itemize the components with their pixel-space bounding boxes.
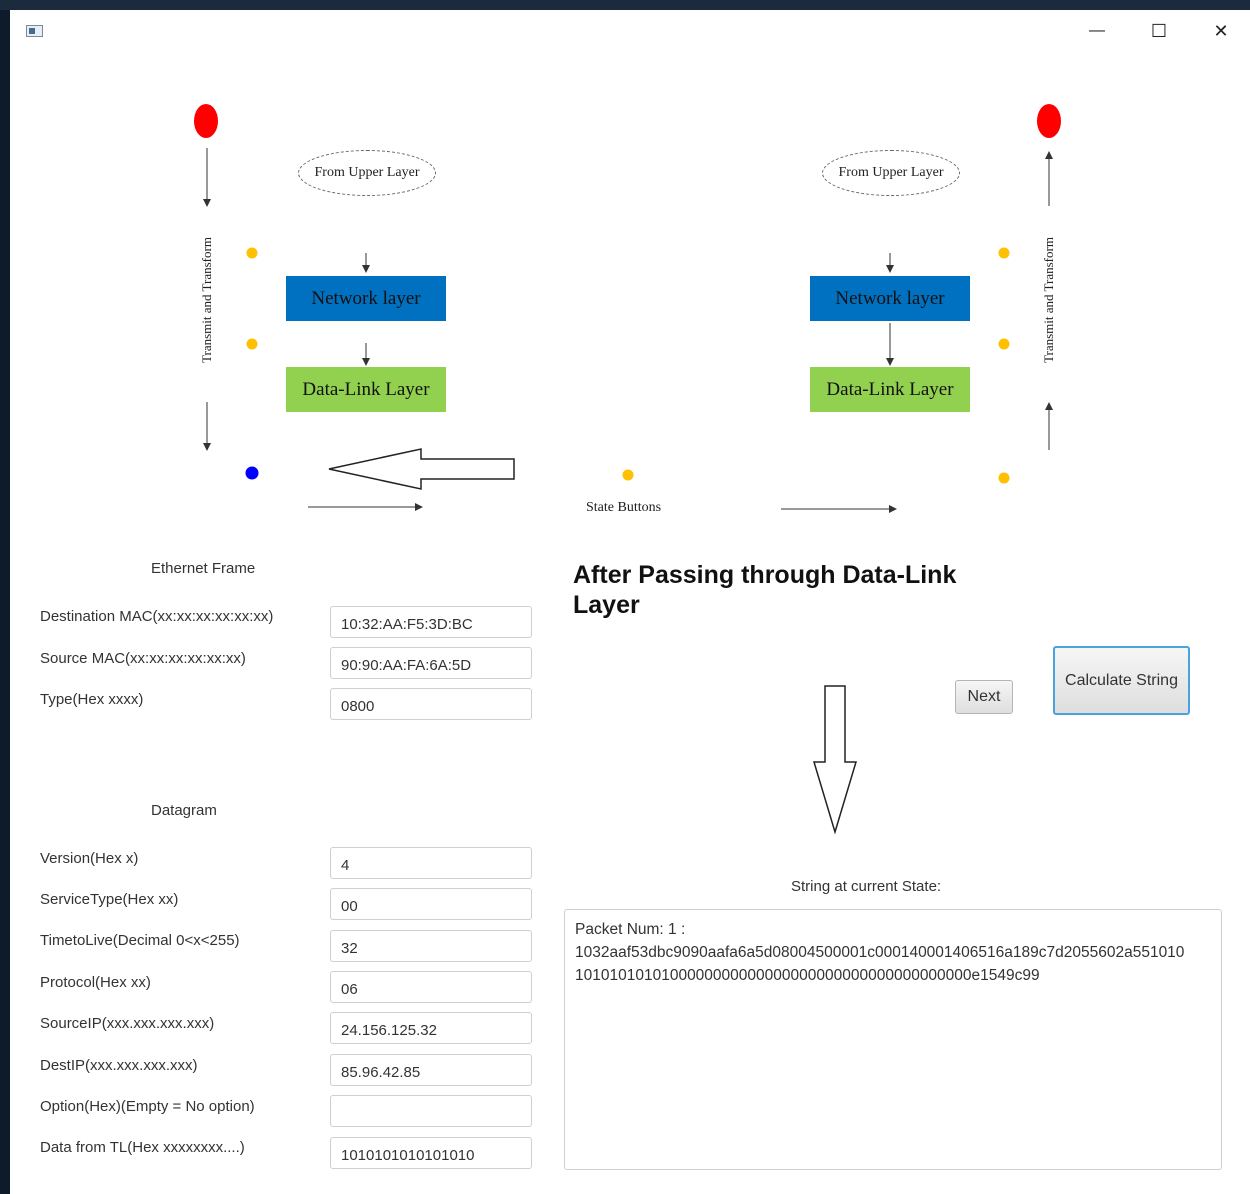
app-window: — ☐ ✕ From Upper Layer Network layer Dat… — [10, 10, 1250, 1194]
option-input[interactable] — [330, 1095, 532, 1127]
option-label: Option(Hex)(Empty = No option) — [40, 1098, 255, 1115]
version-input[interactable] — [330, 847, 532, 879]
dest-ip-label: DestIP(xxx.xxx.xxx.xxx) — [40, 1057, 198, 1074]
right-end-dot — [1037, 104, 1061, 138]
source-ip-input[interactable] — [330, 1012, 532, 1044]
type-label: Type(Hex xxxx) — [40, 691, 144, 708]
ethernet-frame-title: Ethernet Frame — [151, 560, 256, 577]
left-datalink-layer-box: Data-Link Layer — [286, 367, 446, 412]
next-button[interactable]: Next — [955, 680, 1013, 714]
left-network-layer-box: Network layer — [286, 276, 446, 321]
right-network-layer-box: Network layer — [810, 276, 970, 321]
right-datalink-layer-box: Data-Link Layer — [810, 367, 970, 412]
desktop-strip — [0, 0, 1250, 10]
state-dot — [998, 472, 1010, 484]
left-upper-layer-label: From Upper Layer — [298, 150, 436, 196]
source-mac-label: Source MAC(xx:xx:xx:xx:xx:xx) — [40, 650, 246, 667]
state-dot — [998, 338, 1010, 350]
service-type-input[interactable] — [330, 888, 532, 920]
right-upper-layer-label: From Upper Layer — [822, 150, 960, 196]
source-mac-input[interactable] — [330, 647, 532, 679]
data-input[interactable] — [330, 1137, 532, 1169]
version-label: Version(Hex x) — [40, 850, 139, 867]
output-line: Packet Num: 1 : — [575, 921, 686, 938]
big-left-arrow — [328, 448, 515, 490]
right-transmit-label: Transmit and Transform — [1041, 237, 1056, 363]
string-state-label: String at current State: — [791, 878, 942, 895]
active-state-dot — [245, 466, 259, 480]
protocol-label: Protocol(Hex xx) — [40, 974, 151, 991]
state-dot — [998, 247, 1010, 259]
source-ip-label: SourceIP(xxx.xxx.xxx.xxx) — [40, 1015, 215, 1032]
state-dot — [622, 469, 634, 481]
output-line: 1032aaf53dbc9090aafa6a5d08004500001c0001… — [575, 944, 1185, 961]
ttl-label: TimetoLive(Decimal 0<x<255) — [40, 932, 240, 949]
state-heading: After Passing through Data-Link Layer — [573, 561, 957, 619]
output-line: 1010101010100000000000000000000000000000… — [575, 967, 1040, 984]
calculate-string-button[interactable]: Calculate String — [1053, 646, 1190, 715]
state-dot — [246, 338, 258, 350]
service-type-label: ServiceType(Hex xx) — [40, 891, 179, 908]
big-down-arrow — [812, 685, 858, 835]
dest-ip-input[interactable] — [330, 1054, 532, 1086]
left-end-dot — [194, 104, 218, 138]
state-dot — [246, 247, 258, 259]
type-input[interactable] — [330, 688, 532, 720]
output-text-area[interactable]: Packet Num: 1 : 1032aaf53dbc9090aafa6a5d… — [564, 909, 1222, 1170]
protocol-input[interactable] — [330, 971, 532, 1003]
dest-mac-label: Destination MAC(xx:xx:xx:xx:xx:xx) — [40, 608, 274, 625]
state-buttons-label: State Buttons — [586, 500, 662, 515]
ttl-input[interactable] — [330, 930, 532, 962]
left-transmit-label: Transmit and Transform — [199, 237, 214, 363]
datagram-title: Datagram — [151, 802, 217, 819]
diagram-connectors — [194, 104, 1061, 513]
data-label: Data from TL(Hex xxxxxxxx....) — [40, 1139, 245, 1156]
dest-mac-input[interactable] — [330, 606, 532, 638]
